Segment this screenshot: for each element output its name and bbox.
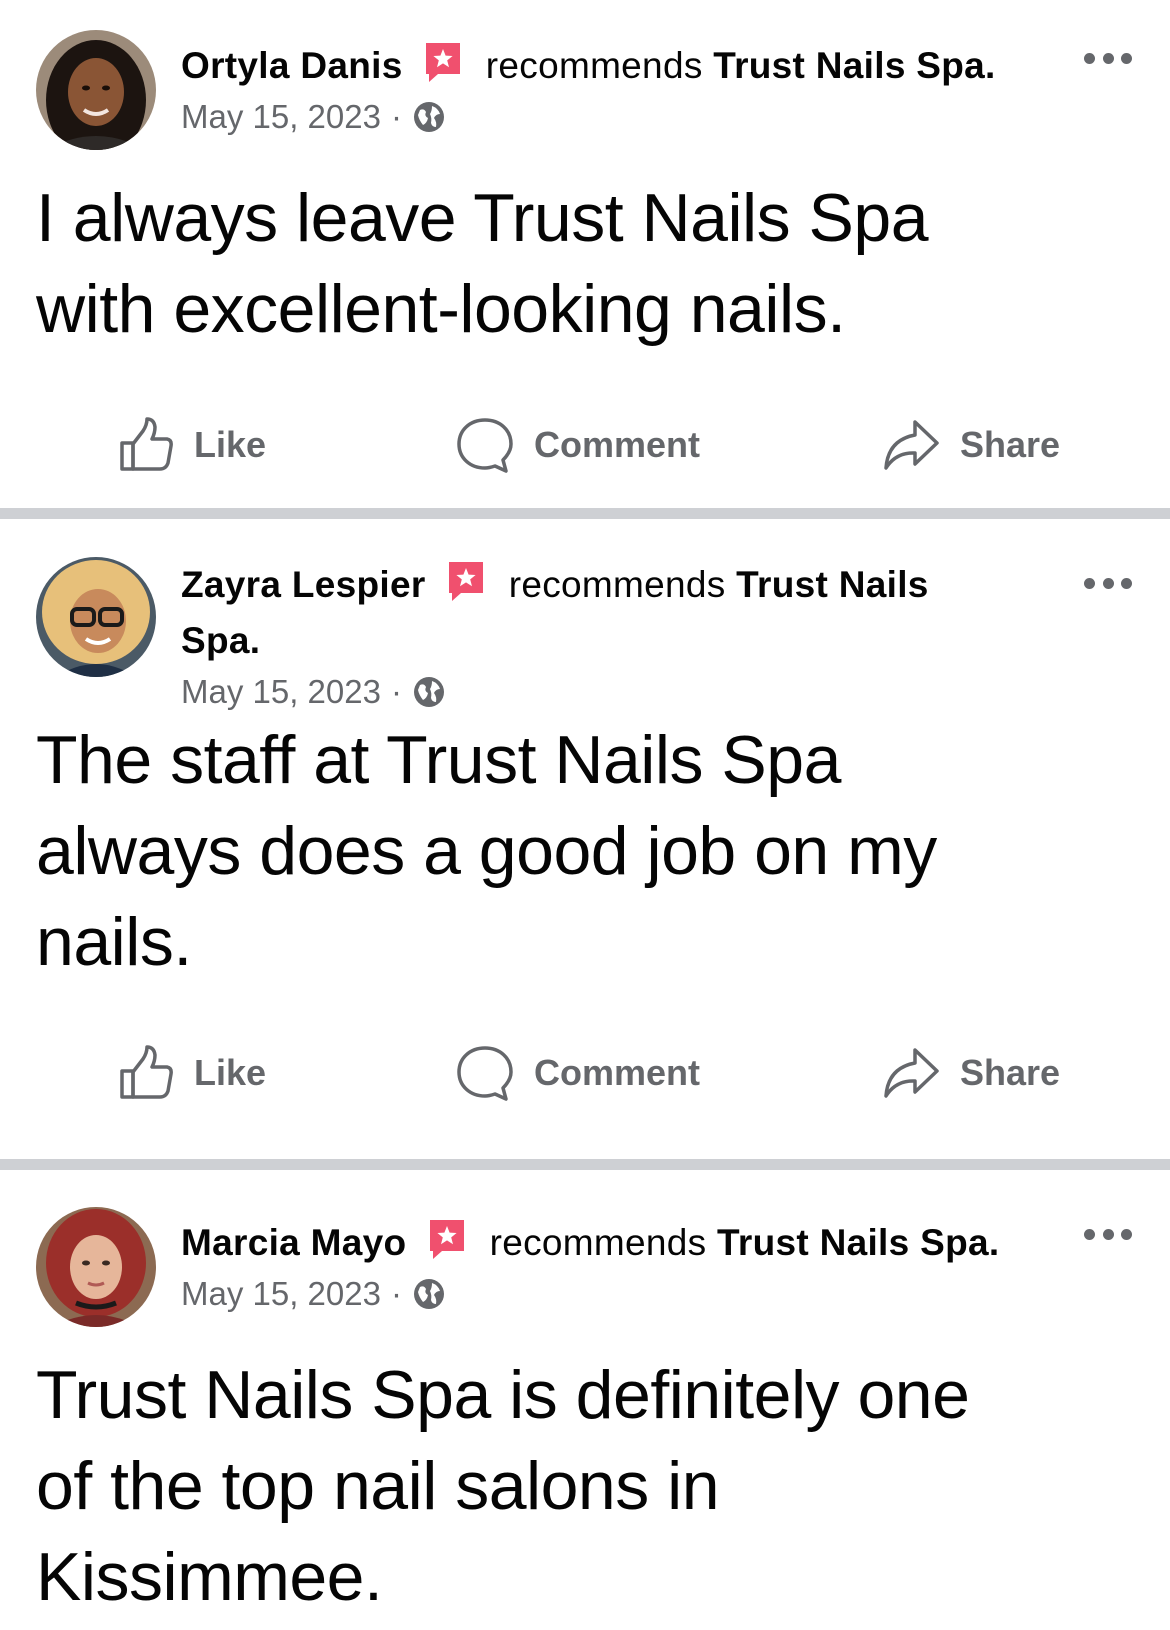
author-name[interactable]: Marcia Mayo: [181, 1222, 406, 1263]
post-body-line: Kissimmee.: [36, 1539, 383, 1615]
post-divider: [0, 1159, 1170, 1170]
post-header: Marcia Mayo recommends Trust Nails Spa. …: [181, 1215, 1061, 1317]
action-bar: Like Comment Share: [0, 1038, 1170, 1108]
action-verb: recommends: [508, 564, 726, 605]
globe-icon[interactable]: [412, 100, 446, 134]
post-body-line: The staff at Trust Nails Spa: [36, 722, 841, 798]
post-header: Zayra Lespier recommends Trust Nails Spa…: [181, 557, 1061, 715]
meta-separator: ·: [390, 98, 402, 135]
action-verb: recommends: [485, 45, 703, 86]
like-button[interactable]: Like: [118, 410, 266, 480]
header-line: Marcia Mayo recommends Trust Nails Spa.: [181, 1215, 1061, 1271]
post-meta: May 15, 2023 ·: [181, 1271, 1061, 1317]
comment-label: Comment: [534, 424, 701, 465]
author-name[interactable]: Zayra Lespier: [181, 564, 426, 605]
header-line: Ortyla Danis recommends Trust Nails Spa.: [181, 38, 1061, 94]
recommendation-badge-icon: [427, 1217, 467, 1261]
like-label: Like: [194, 424, 267, 465]
post-body: Trust Nails Spa is definitely one of the…: [36, 1350, 1126, 1623]
more-options-icon[interactable]: [1084, 50, 1132, 66]
comment-button[interactable]: Comment: [456, 1038, 700, 1108]
post-meta: May 15, 2023 ·: [181, 94, 1061, 140]
share-button[interactable]: Share: [882, 410, 1060, 480]
page-name[interactable]: Trust Nails Spa.: [717, 1222, 999, 1263]
comment-button[interactable]: Comment: [456, 410, 700, 480]
avatar[interactable]: [36, 557, 156, 677]
post-divider: [0, 508, 1170, 519]
post-card: Marcia Mayo recommends Trust Nails Spa. …: [0, 1170, 1170, 1630]
recommendation-badge-icon: [423, 40, 463, 84]
comment-bubble-icon: [457, 418, 513, 473]
more-options-icon[interactable]: [1084, 575, 1132, 591]
like-label: Like: [194, 1052, 267, 1093]
post-body-line: I always leave Trust Nails Spa: [36, 180, 929, 256]
avatar[interactable]: [36, 1207, 156, 1327]
post-body: I always leave Trust Nails Spa with exce…: [36, 173, 1126, 355]
post-body: The staff at Trust Nails Spa always does…: [36, 715, 1126, 988]
share-button[interactable]: Share: [882, 1038, 1060, 1108]
recommendation-badge-icon: [446, 559, 486, 603]
share-label: Share: [960, 1052, 1061, 1093]
action-bar: Like Comment Share: [0, 410, 1170, 480]
more-options-icon[interactable]: [1084, 1226, 1132, 1242]
page-name[interactable]: Trust Nails Spa.: [713, 45, 995, 86]
post-date[interactable]: May 15, 2023: [181, 1271, 381, 1317]
post-card: Zayra Lespier recommends Trust Nails Spa…: [0, 519, 1170, 1159]
post-body-line: always does a good job on my: [36, 813, 937, 889]
thumbs-up-icon: [120, 417, 173, 471]
globe-icon[interactable]: [412, 675, 446, 709]
like-button[interactable]: Like: [118, 1038, 266, 1108]
meta-separator: ·: [390, 673, 402, 710]
globe-icon[interactable]: [412, 1277, 446, 1311]
share-label: Share: [960, 424, 1061, 465]
post-meta: May 15, 2023 ·: [181, 669, 1061, 715]
comment-bubble-icon: [457, 1046, 513, 1101]
comment-label: Comment: [534, 1052, 701, 1093]
header-line: Zayra Lespier recommends Trust Nails: [181, 557, 1061, 613]
post-body-line: of the top nail salons in: [36, 1448, 720, 1524]
share-arrow-icon: [884, 1048, 939, 1098]
page-name-continued[interactable]: Spa.: [181, 620, 260, 661]
page-name[interactable]: Trust Nails: [736, 564, 928, 605]
thumbs-up-icon: [120, 1045, 173, 1099]
share-arrow-icon: [884, 420, 939, 470]
post-body-line: with excellent-looking nails.: [36, 271, 846, 347]
action-verb: recommends: [489, 1222, 707, 1263]
post-date[interactable]: May 15, 2023: [181, 669, 381, 715]
meta-separator: ·: [390, 1275, 402, 1312]
post-body-line: nails.: [36, 904, 192, 980]
post-header: Ortyla Danis recommends Trust Nails Spa.…: [181, 38, 1061, 140]
avatar[interactable]: [36, 30, 156, 150]
post-card: Ortyla Danis recommends Trust Nails Spa.…: [0, 0, 1170, 508]
post-body-line: Trust Nails Spa is definitely one: [36, 1357, 970, 1433]
author-name[interactable]: Ortyla Danis: [181, 45, 403, 86]
post-date[interactable]: May 15, 2023: [181, 94, 381, 140]
header-line-continued: Spa.: [181, 613, 1061, 669]
